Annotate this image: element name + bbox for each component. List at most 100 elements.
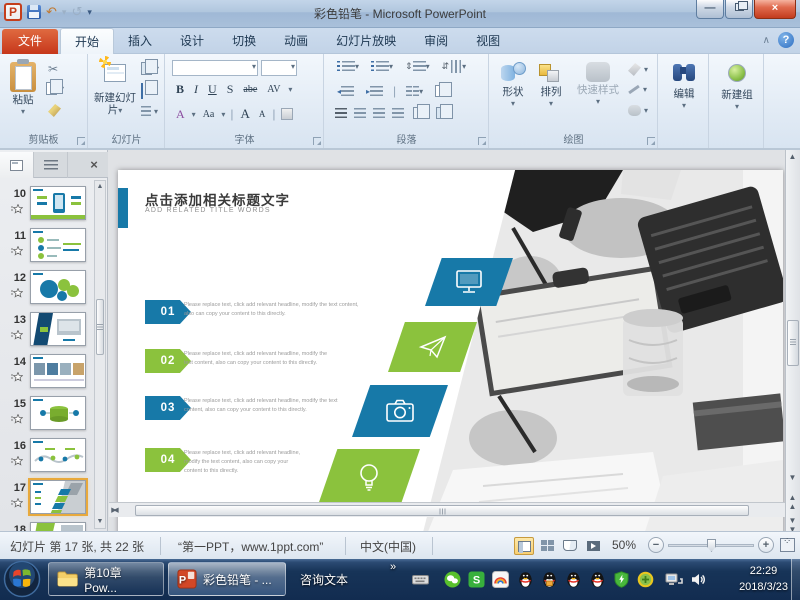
animation-star-icon[interactable] xyxy=(10,246,23,260)
hscrollbar-thumb[interactable] xyxy=(135,505,749,516)
scroll-down-icon[interactable]: ▼ xyxy=(786,471,799,485)
restore-button[interactable] xyxy=(725,0,753,19)
paper-plane-shape[interactable] xyxy=(388,322,477,372)
new-group-button[interactable]: 新建组 ▾ xyxy=(715,64,759,111)
tab-review[interactable]: 审阅 xyxy=(410,28,462,54)
language-indicator[interactable]: 中文(中国) xyxy=(360,538,416,555)
animation-star-icon[interactable] xyxy=(10,288,23,302)
align-text-button[interactable]: ▾ xyxy=(435,85,451,97)
strikethrough-button[interactable]: abe xyxy=(241,84,259,95)
scrollbar-thumb[interactable] xyxy=(96,299,104,355)
qq-icon-1[interactable] xyxy=(517,571,534,588)
horizontal-scrollbar[interactable]: ◀ ▶ xyxy=(109,502,785,517)
font-dialog-launcher[interactable] xyxy=(313,137,321,145)
taskbar-toolbar-text[interactable]: 咨询文本 xyxy=(300,571,348,588)
fit-to-window-icon[interactable] xyxy=(780,538,795,552)
previous-slide-button[interactable]: ▲▲ xyxy=(786,493,799,507)
tab-slideshow[interactable]: 幻灯片放映 xyxy=(322,28,410,54)
wechat-icon[interactable] xyxy=(444,571,461,588)
char-spacing-button[interactable]: AV xyxy=(265,84,282,95)
slide-sorter-button[interactable] xyxy=(537,537,557,555)
change-case-button[interactable]: Aa xyxy=(201,109,217,120)
justify-button[interactable] xyxy=(392,108,404,119)
slide-thumb-16[interactable]: 16 xyxy=(4,438,90,478)
thumbnails-scrollbar[interactable]: ▲ ▼ xyxy=(94,180,106,529)
clipboard-dialog-launcher[interactable] xyxy=(77,137,85,145)
keyboard-icon[interactable] xyxy=(412,571,429,588)
reset-button[interactable] xyxy=(141,84,143,98)
smartart-convert-button[interactable]: ▾ xyxy=(436,107,452,119)
tab-file[interactable]: 文件 xyxy=(2,29,58,54)
slide-thumb-12[interactable]: 12 xyxy=(4,270,90,310)
format-painter-button[interactable] xyxy=(48,104,61,120)
rainbow-browser-icon[interactable] xyxy=(492,571,509,588)
vertical-scrollbar[interactable]: ▲ ▼ ▲▲ ▼▼ xyxy=(785,150,800,531)
new-slide-button[interactable]: 新建幻灯片▾ xyxy=(93,60,137,116)
animation-star-icon[interactable] xyxy=(10,498,23,512)
columns-button[interactable]: ▾ xyxy=(406,86,423,97)
zoom-out-button[interactable]: − xyxy=(648,537,664,553)
slide-thumb-17-selected[interactable]: 17 xyxy=(4,480,90,520)
qq-icon-3[interactable] xyxy=(589,571,606,588)
scroll-right-icon[interactable]: ▶ xyxy=(109,505,119,517)
shape-outline-button[interactable]: ▾ xyxy=(628,85,647,94)
qq-icon-2[interactable] xyxy=(565,571,582,588)
arrange-button[interactable]: 排列▾ xyxy=(534,62,568,108)
quick-styles-button[interactable]: 快速样式▾ xyxy=(572,62,624,106)
normal-view-button[interactable] xyxy=(514,537,534,555)
numbering-button[interactable]: ▾ xyxy=(371,61,393,72)
slide-editor[interactable]: 点击添加相关标题文字 ADD RELATED TITLE WORDS 01 Pl… xyxy=(109,150,785,531)
cut-button[interactable]: ✂ xyxy=(48,62,58,76)
close-panel-icon[interactable]: × xyxy=(80,152,108,177)
close-button[interactable]: × xyxy=(754,0,796,19)
slide-thumb-13[interactable]: 13 xyxy=(4,312,90,352)
shape-fill-button[interactable]: ▾ xyxy=(628,63,648,76)
toolbar-overflow-chevron[interactable]: » xyxy=(390,561,396,573)
bullets-button[interactable]: ▾ xyxy=(337,61,359,72)
increase-indent-button[interactable]: ▸ xyxy=(366,86,383,97)
italic-button[interactable]: I xyxy=(192,82,200,97)
decrease-indent-button[interactable]: ◂ xyxy=(337,86,354,97)
animation-star-icon[interactable] xyxy=(10,204,23,218)
item-02-text[interactable]: Please replace text, click add relevant … xyxy=(184,350,336,368)
text-direction-button[interactable]: ⇵▾ xyxy=(442,61,467,72)
zoom-percentage[interactable]: 50% xyxy=(612,538,636,552)
animation-star-icon[interactable] xyxy=(10,456,23,470)
zoom-slider-thumb[interactable] xyxy=(707,539,716,552)
green-orb-icon[interactable] xyxy=(637,571,654,588)
scroll-down-icon[interactable]: ▼ xyxy=(95,516,105,528)
shrink-font-button[interactable]: A xyxy=(257,109,268,119)
volume-icon[interactable] xyxy=(690,571,707,588)
layout-button[interactable]: ▾ xyxy=(141,62,159,75)
copy-button[interactable]: ▾ xyxy=(46,82,64,95)
start-button[interactable] xyxy=(3,560,41,600)
align-center-button[interactable] xyxy=(354,108,366,119)
line-spacing-button[interactable]: ⇕▾ xyxy=(405,61,430,72)
reading-view-button[interactable] xyxy=(560,537,580,555)
font-name-combo[interactable] xyxy=(172,60,258,76)
tab-design[interactable]: 设计 xyxy=(166,28,218,54)
taskbar-clock[interactable]: 22:29 2018/3/23 xyxy=(739,563,788,595)
animation-star-icon[interactable] xyxy=(10,330,23,344)
tab-transitions[interactable]: 切换 xyxy=(218,28,270,54)
animation-star-icon[interactable] xyxy=(10,414,23,428)
bold-button[interactable]: B xyxy=(174,82,186,97)
taskbar-ppt-window[interactable]: P 彩色铅笔 - ... xyxy=(168,562,286,596)
tab-view[interactable]: 视图 xyxy=(462,28,514,54)
show-desktop-button[interactable] xyxy=(791,559,800,600)
drawing-dialog-launcher[interactable] xyxy=(647,137,655,145)
shield-icon[interactable] xyxy=(613,571,630,588)
slide-thumb-14[interactable]: 14 xyxy=(4,354,90,394)
slideshow-button[interactable] xyxy=(583,537,603,555)
taskbar-folder-window[interactable]: 第10章 Pow... xyxy=(48,562,164,596)
tab-animations[interactable]: 动画 xyxy=(270,28,322,54)
minimize-button[interactable]: — xyxy=(696,0,724,19)
slide-title[interactable]: 点击添加相关标题文字 xyxy=(145,189,290,209)
zoom-slider-track[interactable] xyxy=(668,544,754,547)
shadow-button[interactable]: S xyxy=(225,82,236,97)
align-left-button[interactable] xyxy=(335,108,347,119)
font-size-combo[interactable] xyxy=(261,60,297,76)
zoom-in-button[interactable]: + xyxy=(758,537,774,553)
paragraph-dialog-launcher[interactable] xyxy=(478,137,486,145)
distribute-button[interactable] xyxy=(413,107,425,119)
